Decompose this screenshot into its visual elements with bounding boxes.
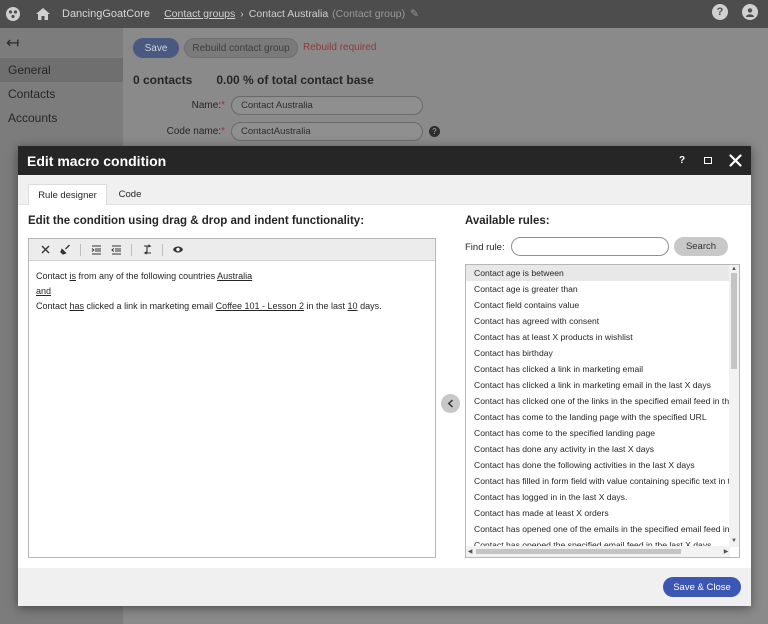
rule-item[interactable]: Contact has done any activity in the las… [466,441,730,457]
rule-item[interactable]: Contact has come to the specified landin… [466,425,730,441]
code-name-row: Code name:* ContactAustralia ? [123,122,440,141]
breadcrumb-contact-groups[interactable]: Contact groups [164,8,235,20]
rule-item[interactable]: Contact has clicked a link in marketing … [466,361,730,377]
available-rules-heading: Available rules: [465,215,550,227]
days-value-link[interactable]: 10 [348,301,358,311]
breadcrumb-current: Contact Australia [248,8,329,20]
rule-item[interactable]: Contact has agreed with consent [466,313,730,329]
code-name-help-icon[interactable]: ? [429,126,440,137]
tab-code[interactable]: Code [110,184,150,205]
rule-item[interactable]: Contact age is greater than [466,281,730,297]
scroll-right-arrow-icon[interactable]: ▶ [722,546,730,557]
connector-and-link[interactable]: and [36,286,51,296]
dialog-title: Edit macro condition [27,152,167,169]
rule-item[interactable]: Contact has made at least X orders [466,505,730,521]
sidebar-item-accounts[interactable]: Accounts [0,106,123,130]
rules-list-items: Contact age is between Contact age is gre… [466,265,730,547]
code-name-label: Code name:* [166,126,225,137]
rule-item[interactable]: Contact has come to the landing page wit… [466,409,730,425]
preview-eye-icon[interactable] [170,242,186,258]
maximize-icon[interactable] [701,154,715,168]
rebuild-status-text: Rebuild required [303,42,377,53]
site-name[interactable]: DancingGoatCore [62,8,150,20]
dialog-tabs: Rule designer Code [18,175,751,205]
sidebar-item-general[interactable]: General [0,58,123,82]
app-logo-icon[interactable] [0,0,26,28]
rules-vertical-scrollbar[interactable]: ▲ ▼ [729,265,739,547]
add-rule-arrow-button[interactable] [441,394,460,413]
rule-item[interactable]: Contact field contains value [466,297,730,313]
country-value-link[interactable]: Australia [217,271,252,281]
rule-item[interactable]: Contact has done the following activitie… [466,457,730,473]
scroll-down-arrow-icon[interactable]: ▼ [729,537,739,545]
code-name-input[interactable]: ContactAustralia [231,122,423,141]
contact-base-percentage: 0.00 % of total contact base [216,73,374,87]
scroll-left-arrow-icon[interactable]: ◀ [466,546,474,557]
top-bar: DancingGoatCore Contact groups › Contact… [0,0,768,28]
horizontal-scroll-thumb[interactable] [476,549,681,554]
condition-text: Contact is from any of the following cou… [29,261,435,322]
name-label: Name:* [191,100,225,111]
help-icon[interactable]: ? [712,4,728,20]
contacts-count: 0 contacts [133,73,193,87]
close-icon[interactable] [727,154,743,168]
breadcrumb-separator-icon: › [240,8,244,20]
rule-item[interactable]: Contact has birthday [466,345,730,361]
dialog-header: Edit macro condition ? [18,146,751,175]
rule-item[interactable]: Contact has filled in form field with va… [466,473,730,489]
rule-item[interactable]: Contact has clicked a link in marketing … [466,377,730,393]
contact-stats: 0 contacts 0.00 % of total contact base [133,73,374,87]
name-input[interactable]: Contact Australia [231,96,423,115]
dialog-body: Edit the condition using drag & drop and… [18,205,751,568]
editor-toolbar [29,239,435,261]
clear-broom-icon[interactable] [57,242,73,258]
name-row: Name:* Contact Australia [123,96,423,115]
rule-item[interactable]: Contact has opened one of the emails in … [466,521,730,537]
back-arrow-icon[interactable]: ↤ [0,28,123,58]
delete-icon[interactable] [37,242,53,258]
indent-icon[interactable] [88,242,104,258]
home-icon[interactable] [30,7,56,21]
edit-macro-condition-dialog: Edit macro condition ? Rule designer Cod… [18,146,751,606]
breadcrumb: Contact groups › Contact Australia (Cont… [164,8,419,20]
rule-item[interactable]: Contact has clicked one of the links in … [466,393,730,409]
user-avatar-icon[interactable] [742,4,758,20]
breadcrumb-object-type: (Contact group) [332,8,406,20]
find-rule-label: Find rule: [465,242,505,253]
save-and-close-button[interactable]: Save & Close [663,577,741,597]
available-rules-list[interactable]: Contact age is between Contact age is gre… [465,264,740,558]
condition-editor[interactable]: Contact is from any of the following cou… [28,238,436,558]
find-rule-input[interactable] [511,237,669,256]
scroll-up-arrow-icon[interactable]: ▲ [729,265,739,273]
tab-rule-designer[interactable]: Rule designer [28,184,107,205]
editor-heading: Edit the condition using drag & drop and… [28,215,365,227]
search-button[interactable]: Search [674,237,728,256]
rebuild-contact-group-button[interactable]: Rebuild contact group [184,38,298,58]
email-value-link[interactable]: Coffee 101 - Lesson 2 [216,301,304,311]
dialog-help-icon[interactable]: ? [675,154,689,168]
rules-horizontal-scrollbar[interactable]: ◀ ▶ [466,546,730,557]
operator-has-link[interactable]: has [70,301,85,311]
condition-line-country[interactable]: Contact is from any of the following cou… [36,269,428,284]
sidebar-item-contacts[interactable]: Contacts [0,82,123,106]
save-button[interactable]: Save [133,38,179,58]
vertical-scroll-thumb[interactable] [731,273,737,369]
condition-line-email[interactable]: Contact has clicked a link in marketing … [36,299,428,314]
edit-pencil-icon[interactable]: ✎ [410,8,419,20]
rule-item[interactable]: Contact has logged in in the last X days… [466,489,730,505]
rule-item[interactable]: Contact has at least X products in wishl… [466,329,730,345]
switch-operator-icon[interactable] [139,242,155,258]
dialog-footer: Save & Close [18,568,751,606]
outdent-icon[interactable] [108,242,124,258]
rule-item[interactable]: Contact age is between [466,265,730,281]
